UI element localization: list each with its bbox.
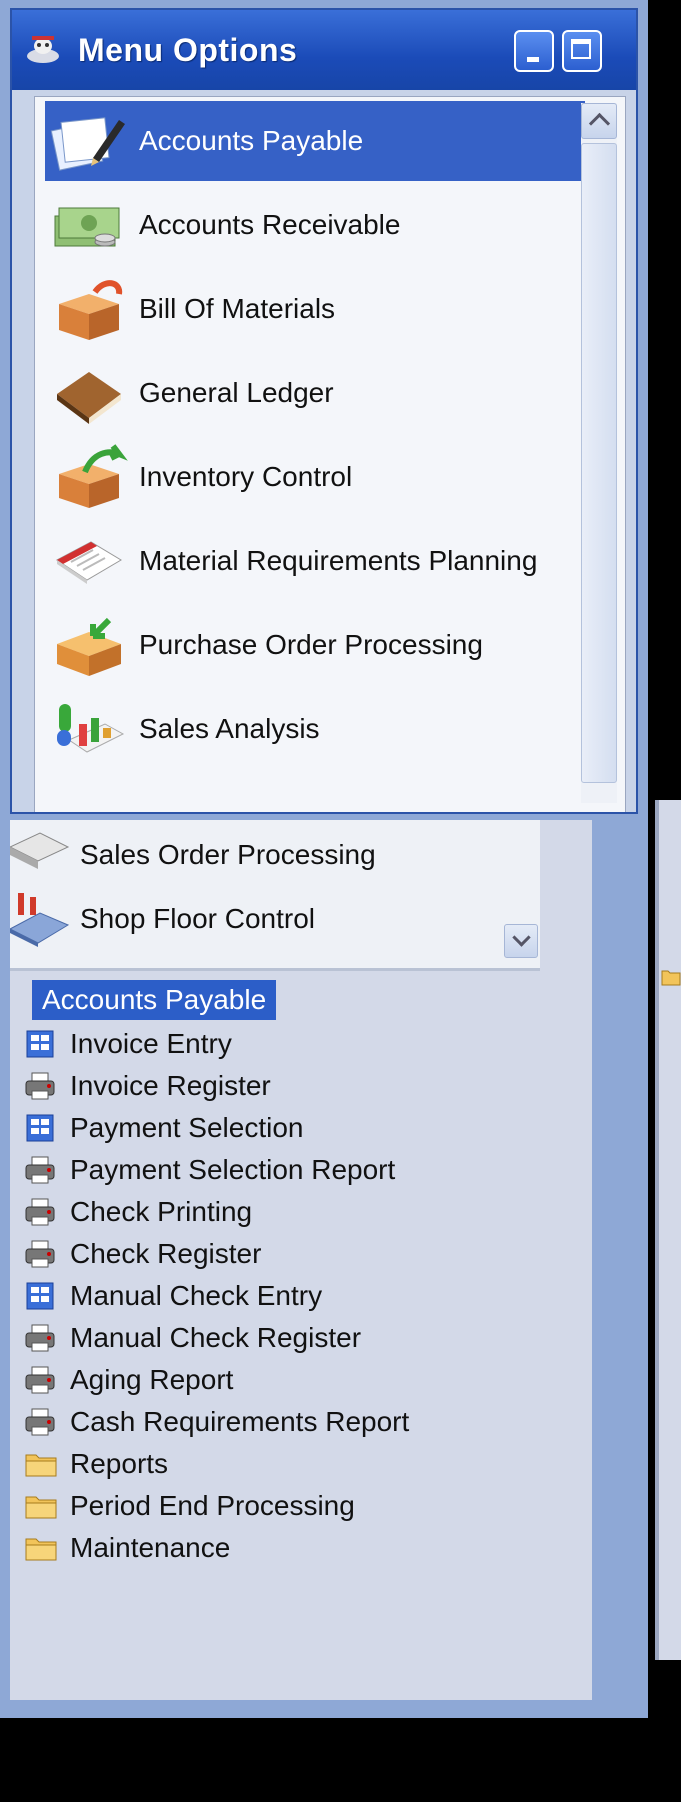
maximize-button[interactable] — [562, 30, 602, 72]
menu-item-label: Accounts Payable — [139, 125, 364, 156]
title-bar[interactable]: Menu Options — [12, 10, 636, 90]
folder-icon — [25, 1454, 57, 1477]
chart-icon — [57, 704, 125, 753]
tree-item-label: Reports — [70, 1448, 169, 1479]
printer-icon — [25, 1366, 55, 1394]
menu-item-label: Inventory Control — [139, 461, 353, 492]
tree-item-label: Period End Processing — [70, 1490, 355, 1521]
app-icon — [27, 36, 59, 63]
menu-item-purchase-order-processing[interactable]: Purchase Order Processing — [45, 605, 585, 685]
tree-item-label: Manual Check Entry — [70, 1280, 323, 1311]
menu-item-general-ledger[interactable]: General Ledger — [45, 353, 585, 433]
menu-item-label: Material Requirements Planning — [139, 545, 538, 576]
folder-icon — [25, 1538, 57, 1561]
tree-item-invoice-entry[interactable]: Invoice Entry — [24, 1024, 232, 1064]
menu-item-material-requirements-planning[interactable]: Material Requirements Planning — [45, 521, 585, 601]
money-icon — [54, 207, 120, 247]
menu-item-inventory-control[interactable]: Inventory Control — [45, 437, 585, 517]
tree-item-label: Payment Selection — [70, 1112, 304, 1143]
menu-item-sales-order-processing[interactable]: Sales Order Processing — [10, 820, 510, 890]
menu-item-accounts-payable[interactable]: Accounts Payable — [45, 101, 585, 181]
menu-item-label: Bill Of Materials — [139, 293, 336, 324]
tree-item-manual-check-register[interactable]: Manual Check Register — [24, 1318, 361, 1358]
tree-window: Sales Order Processing Shop Floor Contro… — [10, 820, 592, 1700]
scroll-thumb[interactable] — [581, 143, 617, 783]
menu-item-shop-floor-control[interactable]: Shop Floor Control — [10, 884, 510, 954]
form-icon — [26, 1030, 54, 1058]
scroll-up-button[interactable] — [581, 103, 617, 139]
printer-icon — [25, 1408, 55, 1436]
tree-item-invoice-register[interactable]: Invoice Register — [24, 1066, 271, 1106]
purchase-box-icon — [57, 617, 121, 676]
folder-icon — [25, 1496, 57, 1519]
tree-item-reports[interactable]: Reports — [24, 1444, 168, 1484]
tree-item-check-printing[interactable]: Check Printing — [24, 1192, 252, 1232]
printer-icon — [25, 1156, 55, 1184]
menu-item-sales-analysis[interactable]: Sales Analysis — [45, 689, 585, 769]
menu-item-label: Sales Order Processing — [80, 839, 376, 870]
menu-item-label: Sales Analysis — [139, 713, 320, 744]
menu-item-label: Shop Floor Control — [80, 903, 316, 934]
tree-root-accounts-payable[interactable]: Accounts Payable — [32, 980, 277, 1020]
partial-window-right — [655, 800, 681, 1660]
folder-icon — [661, 970, 681, 986]
menu-scrollbar[interactable] — [581, 103, 617, 803]
menu-item-label: Purchase Order Processing — [139, 629, 483, 660]
tree-item-manual-check-entry[interactable]: Manual Check Entry — [24, 1276, 322, 1316]
window-title: Menu Options — [78, 32, 298, 68]
tree-item-payment-selection[interactable]: Payment Selection — [24, 1108, 303, 1148]
tree-item-maintenance[interactable]: Maintenance — [24, 1528, 230, 1568]
printer-icon — [25, 1240, 55, 1268]
tree-item-label: Manual Check Register — [70, 1322, 362, 1353]
tree-item-label: Check Register — [70, 1238, 262, 1269]
sales-order-icon — [10, 832, 70, 869]
menu-item-bill-of-materials[interactable]: Bill Of Materials — [45, 269, 585, 349]
tree-item-payment-selection-report[interactable]: Payment Selection Report — [24, 1150, 395, 1190]
tree-item-label: Maintenance — [70, 1532, 231, 1563]
tree-item-label: Check Printing — [70, 1196, 253, 1227]
tree-item-label: Invoice Register — [70, 1070, 271, 1101]
tree-item-label: Cash Requirements Report — [70, 1406, 410, 1437]
tree-item-aging-report[interactable]: Aging Report — [24, 1360, 233, 1400]
tree-item-label: Invoice Entry — [70, 1028, 232, 1059]
tree-item-label: Payment Selection Report — [70, 1154, 396, 1185]
inventory-box-icon — [59, 444, 128, 508]
menu-item-accounts-receivable[interactable]: Accounts Receivable — [45, 185, 585, 265]
minimize-button[interactable] — [514, 30, 554, 72]
menu-options-window: Menu Options Accounts Payable Accounts R… — [10, 8, 638, 814]
printer-icon — [25, 1198, 55, 1226]
ledger-book-icon — [57, 372, 121, 424]
tree-item-cash-requirements-report[interactable]: Cash Requirements Report — [24, 1402, 409, 1442]
menu-item-label: General Ledger — [139, 377, 334, 408]
printer-icon — [25, 1324, 55, 1352]
accounts-payable-icon — [50, 117, 125, 171]
scroll-down-button[interactable] — [504, 924, 538, 958]
calendar-icon — [56, 541, 122, 584]
tree-item-label: Aging Report — [70, 1364, 234, 1395]
menu-list: Accounts Payable Accounts Receivable Bil… — [34, 96, 626, 812]
box-icon — [59, 280, 123, 340]
menu-list-continued: Sales Order Processing Shop Floor Contro… — [10, 820, 540, 971]
menu-item-label: Accounts Receivable — [139, 209, 401, 240]
tree-item-period-end-processing[interactable]: Period End Processing — [24, 1486, 355, 1526]
printer-icon — [25, 1072, 55, 1100]
tree-item-check-register[interactable]: Check Register — [24, 1234, 261, 1274]
form-icon — [26, 1114, 54, 1142]
form-icon — [26, 1282, 54, 1310]
factory-icon — [10, 893, 70, 947]
